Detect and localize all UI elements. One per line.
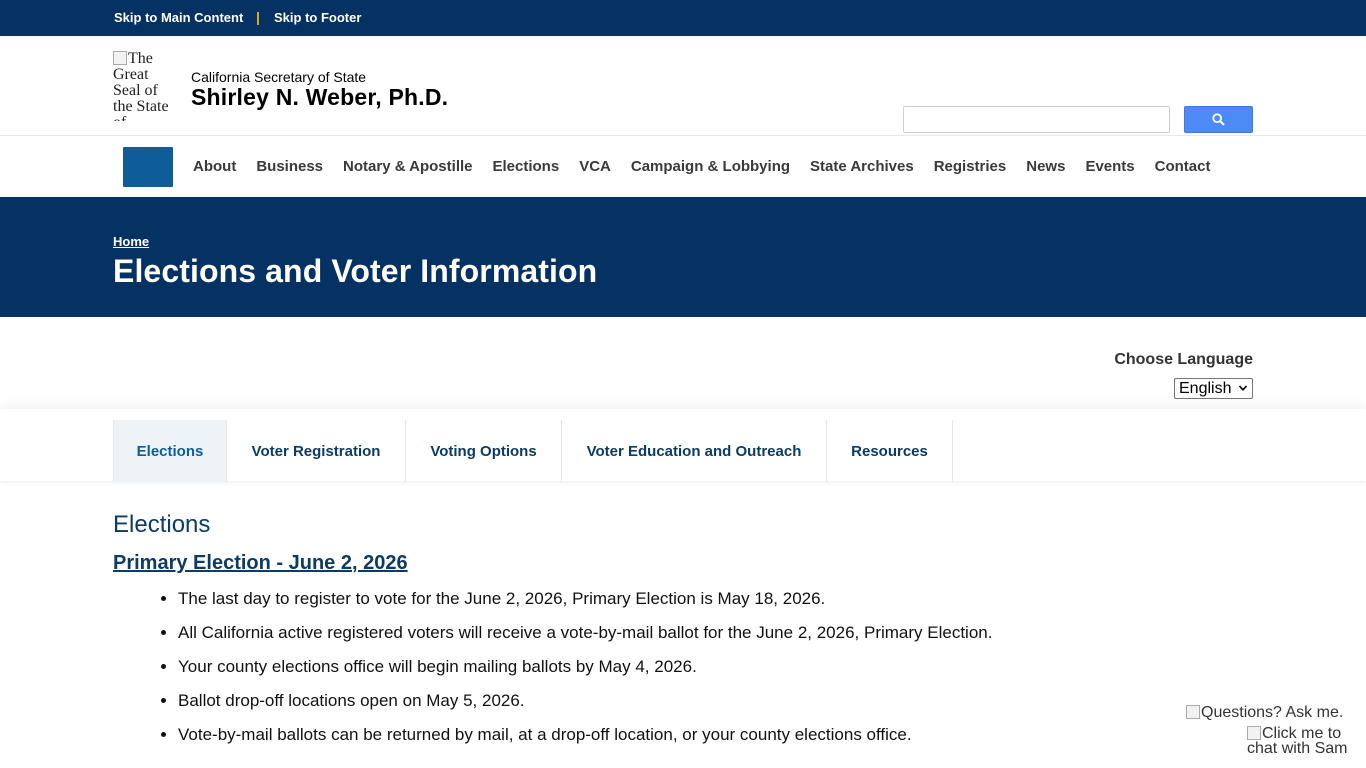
- skip-to-main-link[interactable]: Skip to Main Content: [114, 10, 243, 25]
- state-seal-image[interactable]: The Great Seal of the State of: [113, 51, 179, 121]
- nav-item[interactable]: VCA: [569, 158, 621, 175]
- home-button[interactable]: [123, 147, 173, 187]
- skip-bar: Skip to Main Content | Skip to Footer: [0, 0, 1366, 36]
- tabs-row: Elections Voter Registration Voting Option…: [113, 420, 953, 482]
- broken-image-icon: [1247, 726, 1261, 740]
- broken-image-icon: [113, 51, 127, 65]
- nav-item[interactable]: Business: [246, 158, 333, 175]
- search-button[interactable]: [1184, 106, 1253, 133]
- section-heading: Elections: [113, 511, 211, 538]
- nav-item[interactable]: State Archives: [800, 158, 924, 175]
- site-search-input[interactable]: [903, 106, 1170, 133]
- tab-voting-options[interactable]: Voting Options: [406, 420, 562, 482]
- tab-resources[interactable]: Resources: [827, 420, 953, 482]
- nav-items: About Business Notary & Apostille Elections…: [183, 136, 1220, 197]
- chat-questions-image[interactable]: Questions? Ask me.: [1186, 704, 1344, 724]
- skip-to-footer-link[interactable]: Skip to Footer: [274, 10, 361, 25]
- language-section: Choose Language English: [0, 317, 1366, 409]
- broken-image-icon: [1186, 705, 1200, 719]
- search-icon: [1212, 113, 1225, 126]
- org-name[interactable]: California Secretary of State: [191, 69, 366, 85]
- skip-separator: |: [256, 9, 260, 25]
- breadcrumb-home[interactable]: Home: [113, 234, 149, 249]
- list-item: Your county elections office will begin …: [178, 657, 1366, 691]
- nav-item[interactable]: Notary & Apostille: [333, 158, 482, 175]
- nav-item[interactable]: Campaign & Lobbying: [621, 158, 800, 175]
- election-bullets: The last day to register to vote for the…: [178, 589, 1366, 759]
- chat-with-sam-image[interactable]: Click me to chat with Sam: [1247, 726, 1350, 758]
- list-item: All California active registered voters …: [178, 623, 1366, 657]
- section-tabs: Elections Voter Registration Voting Option…: [0, 409, 1366, 482]
- chevron-down-icon: [1238, 385, 1248, 391]
- language-selected-value: English: [1179, 380, 1232, 397]
- language-select[interactable]: English: [1174, 378, 1253, 399]
- page-banner: Home Elections and Voter Information: [0, 197, 1366, 317]
- list-item: The last day to register to vote for the…: [178, 589, 1366, 623]
- tab-voter-registration[interactable]: Voter Registration: [227, 420, 406, 482]
- nav-item[interactable]: Contact: [1145, 158, 1221, 175]
- nav-item[interactable]: Elections: [483, 158, 570, 175]
- nav-item[interactable]: News: [1016, 158, 1075, 175]
- nav-item[interactable]: About: [183, 158, 246, 175]
- nav-item[interactable]: Events: [1075, 158, 1144, 175]
- tab-elections[interactable]: Elections: [114, 420, 227, 482]
- site-header: The Great Seal of the State of Californi…: [0, 36, 1366, 136]
- tab-voter-education-and-outreach[interactable]: Voter Education and Outreach: [562, 420, 827, 482]
- primary-election-link[interactable]: Primary Election - June 2, 2026: [113, 552, 408, 575]
- choose-language-label: Choose Language: [1114, 351, 1253, 368]
- chat-click-alt: Click me to chat with Sam: [1247, 726, 1348, 757]
- chat-questions-alt: Questions? Ask me.: [1201, 704, 1344, 721]
- main-content: Elections Primary Election - June 2, 202…: [0, 481, 1366, 759]
- list-item: Vote-by-mail ballots can be returned by …: [178, 725, 1366, 759]
- officer-name[interactable]: Shirley N. Weber, Ph.D.: [191, 84, 448, 111]
- page-title: Elections and Voter Information: [113, 253, 598, 289]
- nav-item[interactable]: Registries: [924, 158, 1017, 175]
- main-nav: About Business Notary & Apostille Elections…: [0, 136, 1366, 197]
